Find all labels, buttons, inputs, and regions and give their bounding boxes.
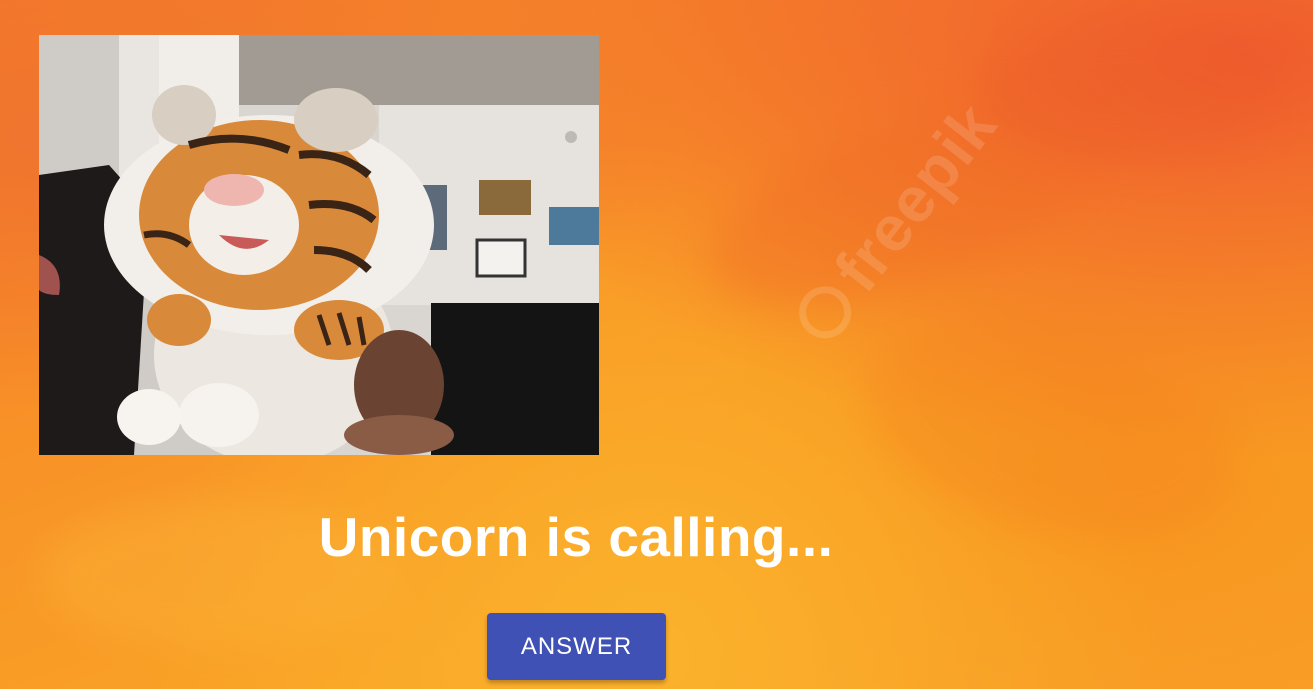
watermark-logo-icon (788, 275, 862, 349)
video-frame-image (39, 35, 599, 455)
background-texture (980, 20, 1280, 160)
incoming-call-message: Unicorn is calling... (318, 506, 834, 568)
local-video-feed (39, 35, 599, 455)
answer-button[interactable]: ANSWER (487, 613, 666, 680)
